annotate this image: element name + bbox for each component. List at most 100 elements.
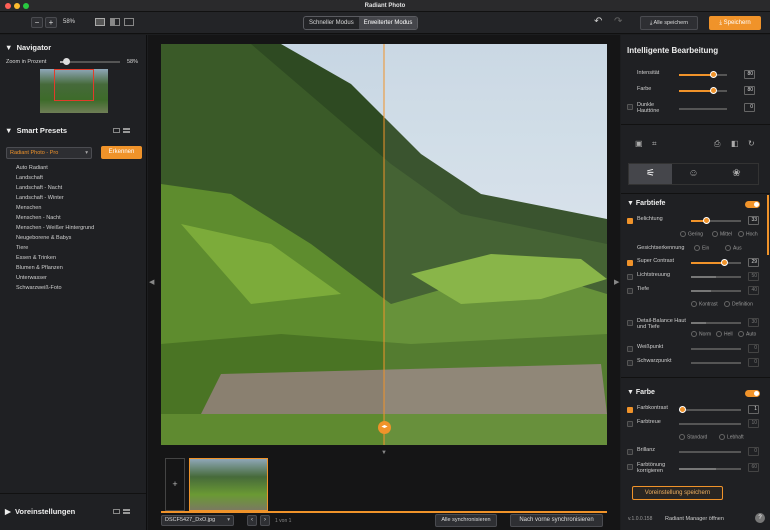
brilliance-value[interactable]: 0	[748, 447, 759, 456]
farbe-header[interactable]: ▼ Farbe	[627, 389, 655, 396]
preset-item[interactable]: Menschen - Weißer Hintergrund	[16, 223, 94, 233]
portrait-icon[interactable]: ☺	[672, 164, 715, 184]
split-view-icon[interactable]	[110, 18, 120, 26]
save-button[interactable]: ⤓ Speichern	[709, 16, 761, 30]
sync-all-button[interactable]: Alle synchronisieren	[435, 514, 497, 527]
exposure-slider[interactable]	[691, 217, 741, 224]
voreinstellungen-header[interactable]: ▶ Voreinstellungen	[5, 507, 75, 516]
brilliance-slider[interactable]	[679, 451, 741, 453]
color-standard-radio[interactable]: Standard	[679, 434, 707, 440]
preset-item[interactable]: Tiere	[16, 243, 94, 253]
preset-item[interactable]: Menschen - Nacht	[16, 213, 94, 223]
intensity-slider[interactable]	[679, 71, 727, 78]
detail-balance-slider[interactable]	[691, 322, 741, 324]
single-view-icon[interactable]	[95, 18, 105, 26]
detail-balance-checkbox[interactable]	[627, 320, 633, 326]
super-contrast-checkbox[interactable]	[627, 260, 633, 266]
color-slider[interactable]	[679, 87, 727, 94]
depth-definition-radio[interactable]: Definition	[724, 301, 753, 307]
super-contrast-slider[interactable]	[691, 259, 741, 266]
split-handle[interactable]: ◂▸	[378, 421, 391, 434]
list-view-icon[interactable]	[123, 509, 130, 514]
photo-canvas[interactable]: ◂▸	[161, 44, 607, 445]
intensity-value[interactable]: 80	[744, 70, 755, 79]
depth-value[interactable]: 40	[748, 286, 759, 295]
dark-skin-value[interactable]: 0	[744, 103, 755, 112]
white-point-value[interactable]: 0	[748, 344, 759, 353]
preset-select[interactable]: Radiant Photo - Pro ▾	[6, 147, 92, 159]
depth-contrast-radio[interactable]: Kontrast	[691, 301, 718, 307]
color-fidelity-checkbox[interactable]	[627, 421, 633, 427]
collapse-left-icon[interactable]: ◀	[149, 278, 154, 286]
white-point-checkbox[interactable]	[627, 346, 633, 352]
collapse-right-icon[interactable]: ▶	[614, 278, 619, 286]
crop-icon[interactable]: ⌗	[652, 139, 657, 149]
rotate-icon[interactable]: ↻	[748, 139, 755, 148]
exposure-value[interactable]: 33	[748, 216, 759, 225]
prev-image-button[interactable]: ‹	[247, 515, 257, 526]
farbe-toggle[interactable]	[745, 390, 760, 397]
minimize-window-button[interactable]	[14, 3, 20, 9]
tint-correction-checkbox[interactable]	[627, 464, 633, 470]
compare-view-icon[interactable]	[124, 18, 134, 26]
preset-item[interactable]: Landschaft	[16, 173, 94, 183]
next-image-button[interactable]: ›	[260, 515, 270, 526]
color-contrast-checkbox[interactable]	[627, 407, 633, 413]
filename-select[interactable]: DSCF5427_DxO.jpg ▾	[161, 515, 234, 526]
preset-item[interactable]: Landschaft - Nacht	[16, 183, 94, 193]
black-point-checkbox[interactable]	[627, 360, 633, 366]
color-contrast-slider[interactable]	[679, 406, 741, 413]
depth-slider[interactable]	[691, 290, 741, 292]
zoom-in-button[interactable]: +	[45, 17, 57, 28]
detect-button[interactable]: Erkennen	[101, 146, 142, 159]
super-contrast-value[interactable]: 29	[748, 258, 759, 267]
grid-view-icon[interactable]	[113, 128, 120, 133]
print-icon[interactable]: ⎙	[714, 139, 720, 149]
filmstrip-thumbnail[interactable]	[189, 458, 268, 511]
farbtiefe-toggle[interactable]	[745, 201, 760, 208]
preset-item[interactable]: Menschen	[16, 203, 94, 213]
zoom-slider[interactable]	[60, 58, 120, 65]
save-all-button[interactable]: ⤓ Alle speichern	[640, 16, 698, 30]
navigator-header[interactable]: ▼ Navigator	[5, 43, 51, 52]
preset-item[interactable]: Schwarzweiß-Foto	[16, 283, 94, 293]
brilliance-checkbox[interactable]	[627, 449, 633, 455]
black-point-slider[interactable]	[691, 362, 741, 364]
preset-item[interactable]: Neugeborene & Babys	[16, 233, 94, 243]
collapse-filmstrip-icon[interactable]: ▼	[381, 450, 387, 456]
dark-skin-checkbox[interactable]	[627, 104, 633, 110]
face-detection-off-radio[interactable]: Aus	[725, 245, 742, 251]
color-value[interactable]: 80	[744, 86, 755, 95]
advanced-mode-tab[interactable]: Erweiterter Modus	[358, 17, 418, 29]
exposure-medium-radio[interactable]: Mittel	[712, 231, 732, 237]
add-image-button[interactable]: +	[165, 458, 185, 511]
face-detection-on-radio[interactable]: Ein	[694, 245, 709, 251]
dark-skin-slider[interactable]	[679, 108, 727, 110]
farbtiefe-header[interactable]: ▼ Farbtiefe	[627, 200, 665, 207]
exposure-low-radio[interactable]: Gering	[680, 231, 703, 237]
exposure-high-radio[interactable]: Hoch	[738, 231, 758, 237]
light-scatter-checkbox[interactable]	[627, 274, 633, 280]
color-contrast-value[interactable]: 1	[748, 405, 759, 414]
light-scatter-value[interactable]: 50	[748, 272, 759, 281]
preset-item[interactable]: Essen & Trinken	[16, 253, 94, 263]
preset-item[interactable]: Blumen & Pflanzen	[16, 263, 94, 273]
light-scatter-slider[interactable]	[691, 276, 741, 278]
image-icon[interactable]: ▣	[635, 139, 643, 148]
undo-icon[interactable]: ↶	[594, 16, 602, 27]
depth-checkbox[interactable]	[627, 288, 633, 294]
exposure-checkbox[interactable]	[627, 218, 633, 224]
color-fidelity-value[interactable]: 10	[748, 419, 759, 428]
white-point-slider[interactable]	[691, 348, 741, 350]
preset-item[interactable]: Auto Radiant	[16, 163, 94, 173]
color-vivid-radio[interactable]: Lebhaft	[719, 434, 744, 440]
list-view-icon[interactable]	[123, 128, 130, 133]
detail-bright-radio[interactable]: Hell	[716, 331, 733, 337]
zoom-out-button[interactable]: −	[31, 17, 43, 28]
sliders-icon[interactable]: ⚟	[629, 164, 672, 184]
tint-correction-slider[interactable]	[679, 468, 741, 470]
compare-icon[interactable]: ◧	[731, 139, 739, 148]
grid-view-icon[interactable]	[113, 509, 120, 514]
color-fidelity-slider[interactable]	[679, 423, 741, 425]
tint-correction-value[interactable]: 60	[748, 463, 759, 472]
